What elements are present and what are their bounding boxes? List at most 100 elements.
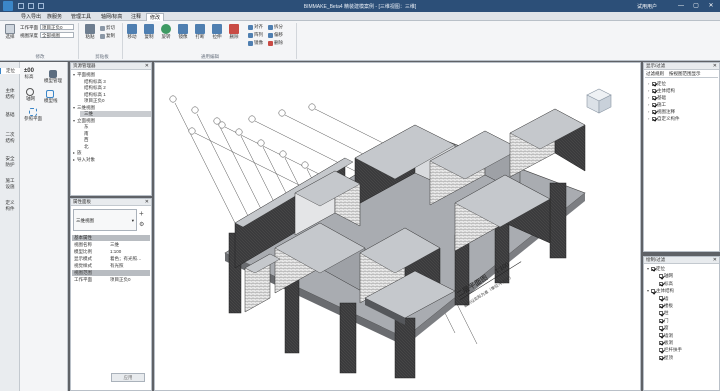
checkbox[interactable] — [659, 355, 663, 360]
checkbox[interactable] — [652, 88, 656, 93]
close-icon[interactable]: ✕ — [713, 63, 717, 69]
workplane-select[interactable]: 项目正负0 — [40, 24, 74, 30]
checkbox[interactable] — [659, 318, 663, 323]
visibility-item[interactable]: 门 — [655, 318, 669, 324]
offset-button[interactable]: 偏移 — [268, 32, 283, 38]
grid-bubble[interactable] — [188, 127, 196, 135]
menu-family-service[interactable]: 族服务 — [44, 13, 65, 21]
menu-import-export[interactable]: 导入导出 — [18, 13, 44, 21]
mirror-button[interactable]: 镜像 — [176, 24, 190, 40]
tree-item[interactable]: 结构标高 1 — [80, 92, 151, 98]
level-tool[interactable]: ±00 标高 — [24, 68, 34, 80]
property-row[interactable]: 模型比例 1:100 — [72, 249, 150, 255]
copy-button[interactable]: 复制 — [142, 24, 156, 40]
visibility-item[interactable]: ▾ 主体结构 — [647, 288, 674, 294]
maximize-button[interactable]: ▢ — [692, 2, 700, 10]
checkbox[interactable] — [659, 274, 663, 279]
checkbox[interactable] — [659, 311, 663, 316]
delete-small-button[interactable]: 删除 — [268, 40, 283, 46]
mirror-small-button[interactable]: 镜像 — [248, 40, 263, 46]
tab-filter-rules[interactable]: 过滤规则 — [646, 71, 664, 77]
undo-icon[interactable] — [28, 3, 34, 9]
grid-bubble[interactable] — [248, 115, 256, 123]
close-icon[interactable]: ✕ — [145, 199, 149, 205]
grid-tool[interactable]: 轴网 — [26, 88, 35, 102]
tree-item[interactable]: ▸ 导入对象 — [73, 157, 151, 163]
align-button[interactable]: 对齐 — [248, 24, 263, 30]
property-row[interactable]: 工作平面 项目正负0 — [72, 277, 150, 283]
property-row[interactable]: 视觉样式 有光照 — [72, 263, 150, 269]
filter-item[interactable]: › 定位 — [648, 81, 666, 87]
filter-item[interactable]: › 施工 — [648, 102, 666, 108]
tree-item[interactable]: ▾ 平面视图 — [73, 72, 151, 78]
category-foundation[interactable]: 基础 — [0, 112, 20, 118]
category-location[interactable]: 定位 — [0, 68, 20, 74]
delete-button[interactable]: 删除 — [227, 24, 241, 40]
minimize-button[interactable]: — — [677, 2, 685, 10]
checkbox[interactable] — [659, 303, 663, 308]
filter-item[interactable]: › 自定义构件 — [648, 116, 680, 122]
type-selector[interactable]: 三维视图 ▾ — [73, 209, 137, 231]
menu-modify[interactable]: 修改 — [146, 13, 165, 21]
select-button[interactable]: 选择 — [4, 24, 16, 40]
grid-bubble[interactable] — [218, 121, 226, 129]
tree-item[interactable]: 三维 — [80, 111, 151, 117]
reference-plane-tool[interactable]: 参照平面 — [24, 108, 42, 122]
visibility-item[interactable]: 轴网 — [655, 273, 673, 279]
category-safety[interactable]: 安全防护 — [0, 156, 20, 168]
paste-button[interactable]: 粘贴 — [83, 24, 97, 40]
cut-button[interactable]: 剪切 — [100, 25, 115, 31]
view-depth-select[interactable]: 全部视图 — [40, 32, 74, 38]
checkbox[interactable] — [651, 266, 655, 271]
close-icon[interactable]: ✕ — [145, 63, 149, 69]
visibility-item[interactable]: 窗 — [655, 325, 669, 331]
apply-button[interactable]: 应用 — [111, 373, 145, 382]
checkbox[interactable] — [652, 109, 656, 114]
checkbox[interactable] — [651, 289, 655, 293]
visibility-item[interactable]: 墙 — [655, 296, 669, 302]
filter-item[interactable]: › 主体结构 — [648, 88, 675, 94]
close-icon[interactable]: ✕ — [713, 257, 717, 263]
category-main-structure[interactable]: 主体结构 — [0, 88, 20, 100]
move-button[interactable]: 移动 — [125, 24, 139, 40]
filter-item[interactable]: › 视图注释 — [648, 109, 675, 115]
break-button[interactable]: 打断 — [193, 24, 207, 40]
visibility-item[interactable]: ▾ 定位 — [647, 266, 665, 272]
grid-bubble[interactable] — [257, 139, 265, 147]
visibility-item[interactable]: 墙洞 — [655, 333, 673, 339]
grid-bubble[interactable] — [169, 95, 177, 103]
tree-item[interactable]: 结构标高 2 — [80, 85, 151, 91]
copy-small-button[interactable]: 复制 — [100, 33, 115, 39]
property-row[interactable]: 显示模式 着色；有光照… — [72, 256, 150, 262]
wrench-icon[interactable]: ⚙ — [139, 221, 149, 229]
rotate-button[interactable]: 旋转 — [159, 24, 173, 40]
visibility-item[interactable]: 标高 — [655, 281, 673, 287]
redo-icon[interactable] — [38, 3, 44, 9]
tab-view-range[interactable]: 按视图范围显示 — [669, 71, 701, 77]
filter-item[interactable]: › 基础 — [648, 95, 666, 101]
grid-bubble[interactable] — [301, 161, 309, 169]
menu-annotation[interactable]: 注释 — [128, 13, 144, 21]
visibility-item[interactable]: 板洞 — [655, 340, 673, 346]
category-custom-components[interactable]: 定义构件 — [0, 200, 20, 212]
menu-management-tools[interactable]: 管理工具 — [68, 13, 94, 21]
category-secondary-structure[interactable]: 二次结构 — [0, 132, 20, 144]
tree-item[interactable]: ▾ 三维视图 — [73, 105, 151, 111]
checkbox[interactable] — [659, 333, 663, 338]
view-cube[interactable] — [586, 88, 612, 114]
plus-icon[interactable]: + — [139, 210, 149, 218]
category-construction-facilities[interactable]: 施工设施 — [0, 178, 20, 190]
grid-bubble[interactable] — [235, 128, 243, 136]
grid-bubble[interactable] — [308, 103, 316, 111]
visibility-item[interactable]: 屋顶 — [655, 355, 673, 361]
model-management-tool[interactable]: 模型管理 — [44, 70, 62, 84]
tree-item[interactable]: 结构标高 3 — [80, 79, 151, 85]
close-button[interactable]: ✕ — [707, 2, 715, 10]
property-row[interactable]: 视图名称 三维 — [72, 242, 150, 248]
checkbox[interactable] — [652, 95, 656, 100]
menu-grid-level[interactable]: 轴网/标高 — [98, 13, 125, 21]
user-name[interactable]: 试用用户 — [637, 3, 657, 10]
tree-item[interactable]: 南 — [80, 131, 151, 137]
grid-bubble[interactable] — [279, 150, 287, 158]
checkbox[interactable] — [652, 81, 656, 86]
